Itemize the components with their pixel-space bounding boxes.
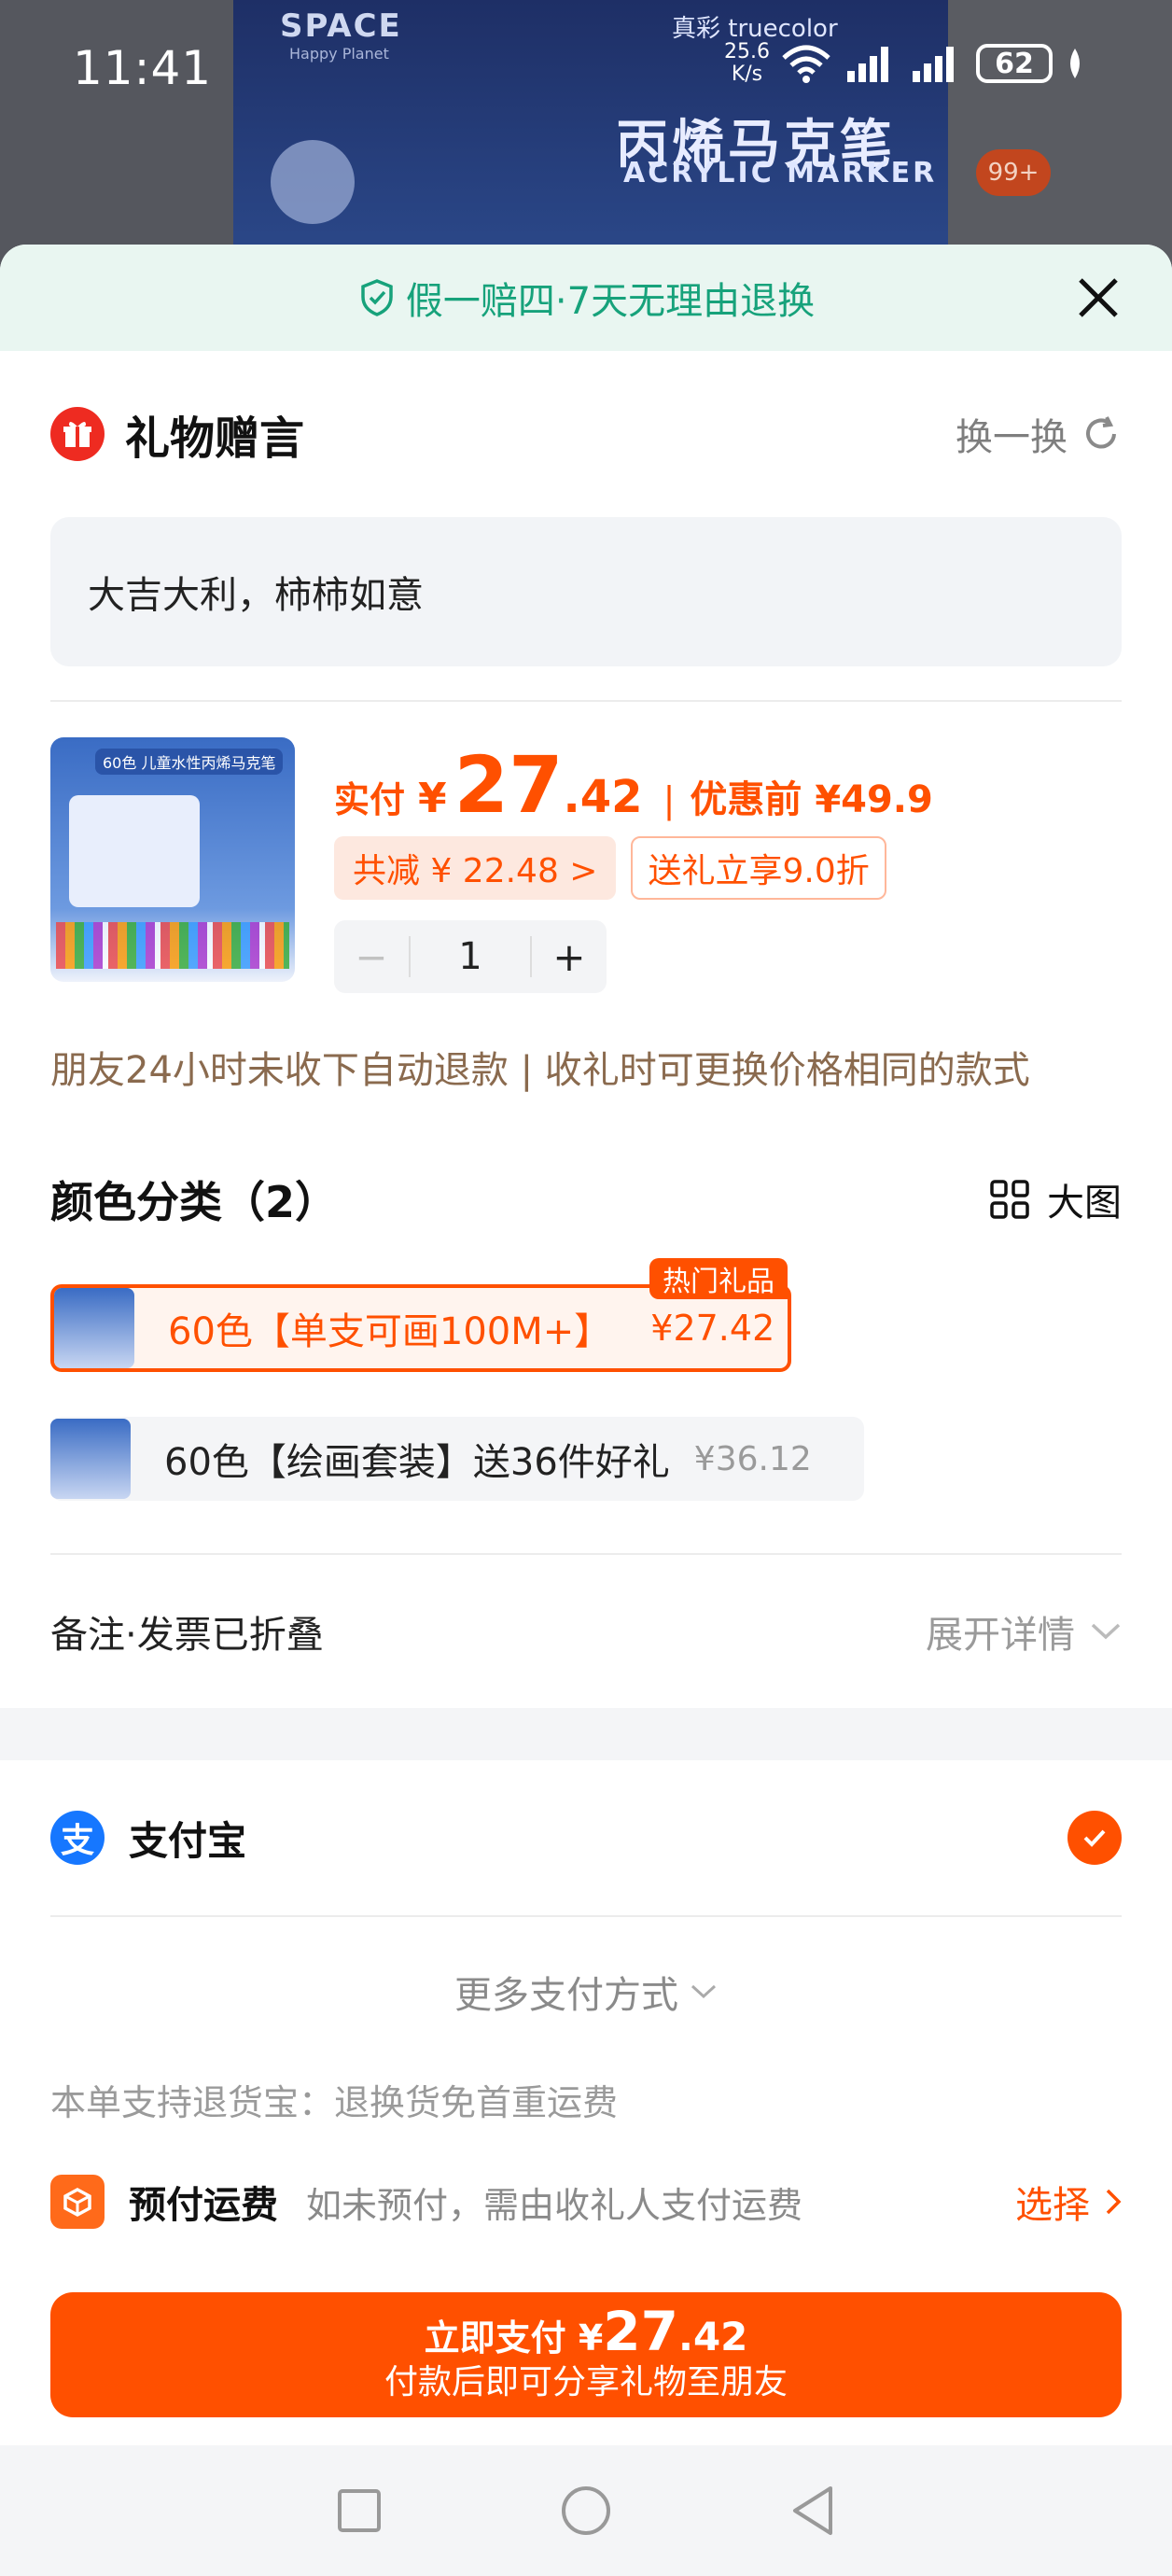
pay-now-currency: ¥ bbox=[578, 2317, 604, 2359]
color-option[interactable]: 60色【绘画套装】送36件好礼 ¥36.12 bbox=[50, 1417, 864, 1501]
status-time: 11:41 bbox=[73, 41, 213, 95]
payment-method-name: 支付宝 bbox=[129, 1817, 247, 1864]
price-decimal: .42 bbox=[563, 771, 643, 823]
expand-details-label: 展开详情 bbox=[926, 1614, 1075, 1657]
checkmark-icon[interactable] bbox=[1067, 1811, 1122, 1865]
gift-discount-tag: 送礼立享9.0折 bbox=[631, 836, 886, 900]
guarantee-banner: 假一赔四·7天无理由退换 bbox=[0, 245, 1172, 351]
big-view-label: 大图 bbox=[1047, 1182, 1122, 1225]
original-price: 优惠前 ¥49.9 bbox=[690, 778, 933, 821]
big-view-button[interactable]: 大图 bbox=[989, 1172, 1122, 1226]
system-nav-bar bbox=[0, 2445, 1172, 2576]
chevron-right-icon bbox=[1106, 2189, 1122, 2215]
hot-gift-badge: 热门礼品 bbox=[649, 1258, 788, 1299]
quantity-value[interactable]: 1 bbox=[409, 936, 532, 977]
more-payment-label: 更多支付方式 bbox=[454, 1974, 678, 2017]
status-icons: 62 bbox=[780, 43, 1084, 84]
quantity-minus-button[interactable]: − bbox=[334, 934, 409, 980]
product-summary: 60色 儿童水性丙烯马克笔 实付 ¥ 27 .42 | 优惠前 ¥49.9 共减… bbox=[50, 737, 1122, 993]
option-thumbnail bbox=[50, 1419, 131, 1499]
signal-icon bbox=[847, 47, 888, 82]
close-icon[interactable] bbox=[1073, 273, 1123, 323]
refund-notice: 朋友24小时未收下自动退款 | 收礼时可更换价格相同的款式 bbox=[50, 1049, 1030, 1092]
home-icon[interactable] bbox=[560, 2485, 612, 2537]
swap-label: 换一换 bbox=[956, 416, 1067, 459]
network-speed-value: 25.6 bbox=[724, 40, 770, 63]
return-insurance-note: 本单支持退货宝：退换货免首重运费 bbox=[50, 2081, 619, 2123]
refresh-icon bbox=[1086, 416, 1116, 449]
leaf-icon bbox=[1070, 49, 1080, 78]
option-price: ¥27.42 bbox=[650, 1308, 775, 1349]
remark-label: 备注·发票已折叠 bbox=[50, 1614, 324, 1657]
option-name: 60色【单支可画100M+】 bbox=[168, 1310, 612, 1353]
currency-symbol: ¥ bbox=[418, 775, 447, 822]
pay-now-subtitle: 付款后即可分享礼物至朋友 bbox=[384, 2362, 788, 2401]
price-separator: | bbox=[663, 779, 676, 820]
select-shipping-label: 选择 bbox=[1015, 2184, 1090, 2227]
package-icon bbox=[50, 2175, 105, 2229]
background-title-en: ACRYLIC MARKER bbox=[623, 157, 938, 189]
gift-message-field[interactable]: 大吉大利，柿柿如意 bbox=[50, 517, 1122, 666]
option-name: 60色【绘画套装】送36件好礼 bbox=[164, 1441, 670, 1484]
price-row: 实付 ¥ 27 .42 | 优惠前 ¥49.9 bbox=[334, 739, 1122, 831]
gift-message-header: 礼物赠言 换一换 bbox=[50, 351, 1122, 517]
network-speed-unit: K/s bbox=[731, 63, 763, 86]
discount-tag[interactable]: 共减 ¥ 22.48 > bbox=[334, 836, 617, 900]
quantity-plus-button[interactable]: + bbox=[532, 934, 607, 980]
gift-checkout-sheet: 假一赔四·7天无理由退换 礼物赠言 换一换 大吉大利，柿柿如意 60色 儿童水性… bbox=[0, 245, 1172, 2576]
gift-icon bbox=[50, 407, 105, 461]
swap-message-button[interactable]: 换一换 bbox=[956, 407, 1122, 461]
chevron-down-icon bbox=[1091, 1623, 1121, 1640]
status-bar: 11:41 25.6 K/s 62 bbox=[0, 0, 1172, 121]
pay-now-button[interactable]: 立即支付 ¥27.42 付款后即可分享礼物至朋友 bbox=[50, 2292, 1122, 2417]
planet-illustration bbox=[271, 140, 355, 224]
prepay-shipping-desc: 如未预付，需由收礼人支付运费 bbox=[306, 2184, 803, 2226]
grid-icon bbox=[990, 1180, 1029, 1219]
section-gap bbox=[0, 1708, 1172, 1760]
pay-now-label: 立即支付 bbox=[424, 2317, 566, 2359]
guarantee-text: 假一赔四·7天无理由退换 bbox=[405, 280, 816, 323]
network-speed: 25.6 K/s bbox=[724, 41, 770, 86]
payment-method-alipay[interactable]: 支 支付宝 bbox=[50, 1760, 1122, 1917]
back-icon[interactable] bbox=[789, 2485, 836, 2537]
option-thumbnail bbox=[54, 1288, 134, 1368]
pay-now-dec: .42 bbox=[678, 2313, 748, 2359]
pay-label: 实付 bbox=[334, 779, 406, 820]
divider bbox=[50, 700, 1122, 702]
quantity-stepper: − 1 + bbox=[334, 920, 607, 993]
alipay-icon: 支 bbox=[50, 1811, 105, 1865]
signal-icon-2 bbox=[913, 47, 954, 82]
product-thumbnail[interactable]: 60色 儿童水性丙烯马克笔 bbox=[50, 737, 295, 982]
color-options-title: 颜色分类（2） bbox=[50, 1177, 339, 1227]
battery-indicator: 62 bbox=[976, 44, 1053, 83]
recent-apps-icon[interactable] bbox=[336, 2487, 383, 2534]
gift-title: 礼物赠言 bbox=[125, 413, 305, 465]
prepay-shipping-row[interactable]: 预付运费 如未预付，需由收礼人支付运费 选择 bbox=[50, 2132, 1122, 2272]
background-cart-badge: 99+ bbox=[976, 149, 1051, 196]
remark-invoice-row[interactable]: 备注·发票已折叠 展开详情 bbox=[50, 1553, 1122, 1708]
pay-now-int: 27 bbox=[603, 2299, 678, 2363]
chevron-down-icon bbox=[691, 1984, 717, 1999]
product-thumbnail-label: 60色 儿童水性丙烯马克笔 bbox=[95, 749, 284, 775]
price-integer: 27 bbox=[453, 739, 564, 831]
color-options-header: 颜色分类（2） 大图 bbox=[50, 1169, 1122, 1230]
shield-check-icon bbox=[361, 279, 393, 316]
more-payment-methods[interactable]: 更多支付方式 bbox=[50, 1917, 1122, 2066]
option-price: ¥36.12 bbox=[693, 1439, 812, 1478]
color-option-selected[interactable]: 60色【单支可画100M+】 ¥27.42 热门礼品 bbox=[50, 1258, 791, 1372]
prepay-shipping-title: 预付运费 bbox=[129, 2184, 278, 2227]
wifi-icon bbox=[782, 45, 830, 83]
